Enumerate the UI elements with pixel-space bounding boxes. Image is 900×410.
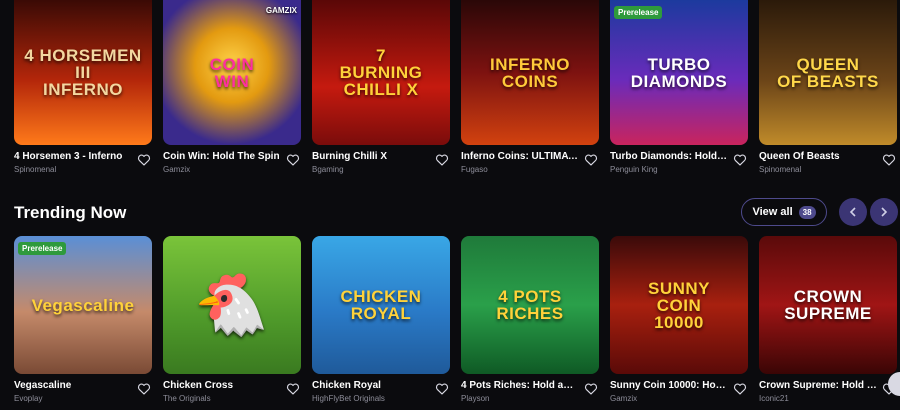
game-title[interactable]: 4 Pots Riches: Hold and Win (461, 380, 579, 391)
favorite-heart-icon[interactable] (881, 152, 897, 168)
game-thumbnail[interactable]: 4 POTS RICHES (461, 236, 599, 374)
chevron-left-icon (849, 207, 856, 217)
game-card[interactable]: CROWN SUPREME Crown Supreme: Hold & Win Ic… (759, 236, 897, 410)
game-thumbnail[interactable]: 4 HORSEMEN III INFERNO (14, 0, 152, 145)
favorite-heart-icon[interactable] (136, 152, 152, 168)
prerelease-badge: Prerelease (614, 6, 663, 19)
game-card[interactable]: 🐔 Chicken Cross The Originals (163, 236, 301, 410)
favorite-heart-icon[interactable] (583, 152, 599, 168)
favorite-heart-icon[interactable] (732, 381, 748, 397)
game-title[interactable]: Crown Supreme: Hold & Win (759, 380, 877, 391)
game-thumbnail[interactable]: CROWN SUPREME (759, 236, 897, 374)
favorite-heart-icon[interactable] (434, 152, 450, 168)
game-card[interactable]: 4 POTS RICHES 4 Pots Riches: Hold and Win… (461, 236, 599, 410)
game-art-text: COIN WIN (209, 54, 255, 91)
view-all-label: View all (752, 206, 793, 218)
carousel-prev-button[interactable] (839, 198, 867, 226)
section-title: Trending Now (14, 203, 127, 222)
game-thumbnail[interactable]: INFERNO COINS (461, 0, 599, 145)
game-art-text: 4 HORSEMEN III INFERNO (24, 46, 142, 99)
game-meta: 4 Horsemen 3 - Inferno Spinomenal (14, 151, 152, 181)
game-title[interactable]: 4 Horsemen 3 - Inferno (14, 151, 132, 162)
game-meta: Chicken Cross The Originals (163, 380, 301, 410)
game-provider: Iconic21 (759, 394, 789, 403)
game-card[interactable]: 4 HORSEMEN III INFERNO 4 Horsemen 3 - Inf… (14, 0, 152, 181)
game-thumbnail[interactable]: TURBO DIAMONDS Prerelease (610, 0, 748, 145)
game-provider: Playson (461, 394, 490, 403)
game-provider: Bgaming (312, 165, 344, 174)
game-title[interactable]: Queen Of Beasts (759, 151, 877, 162)
game-meta: Queen Of Beasts Spinomenal (759, 151, 897, 181)
game-art-text: 🐔 (194, 271, 270, 338)
game-provider: Evoplay (14, 394, 43, 403)
game-thumbnail[interactable]: SUNNY COIN 10000 (610, 236, 748, 374)
game-provider: HighFlyBet Originals (312, 394, 385, 403)
game-meta: Sunny Coin 10000: Hold The Spin Gamzix (610, 380, 748, 410)
game-meta: 4 Pots Riches: Hold and Win Playson (461, 380, 599, 410)
game-card[interactable]: INFERNO COINS Inferno Coins: ULTIMATE Run… (461, 0, 599, 181)
game-card[interactable]: SUNNY COIN 10000 Sunny Coin 10000: Hold T… (610, 236, 748, 410)
game-card[interactable]: 7 BURNING CHILLI X Burning Chilli X Bgamin… (312, 0, 450, 181)
game-art-text: QUEEN OF BEASTS (777, 54, 879, 91)
game-title[interactable]: Burning Chilli X (312, 151, 430, 162)
game-meta: Burning Chilli X Bgaming (312, 151, 450, 181)
game-art-text: INFERNO COINS (490, 54, 570, 91)
game-thumbnail[interactable]: Vegascaline Prerelease (14, 236, 152, 374)
game-title[interactable]: Chicken Royal (312, 380, 430, 391)
game-card[interactable]: CHICKEN ROYAL Chicken Royal HighFlyBet Ori… (312, 236, 450, 410)
game-card[interactable]: Vegascaline Prerelease Vegascaline Evoplay (14, 236, 152, 410)
game-title[interactable]: Vegascaline (14, 380, 132, 391)
game-card[interactable]: TURBO DIAMONDS Prerelease Turbo Diamonds: … (610, 0, 748, 181)
game-card[interactable]: COIN WIN GAMZIX Coin Win: Hold The Spin Gam… (163, 0, 301, 181)
game-meta: Inferno Coins: ULTIMATE Running Wins Fuga… (461, 151, 599, 181)
game-provider: Fugaso (461, 165, 488, 174)
prerelease-badge: Prerelease (18, 242, 67, 255)
game-meta: Vegascaline Evoplay (14, 380, 152, 410)
favorite-heart-icon[interactable] (285, 381, 301, 397)
favorite-heart-icon[interactable] (136, 381, 152, 397)
carousel-next-button[interactable] (870, 198, 898, 226)
game-provider: Gamzix (610, 394, 638, 403)
provider-logo: GAMZIX (265, 6, 297, 15)
favorite-heart-icon[interactable] (583, 381, 599, 397)
game-art-text: Vegascaline (31, 295, 135, 315)
favorite-heart-icon[interactable] (732, 152, 748, 168)
game-art-text: 7 BURNING CHILLI X (339, 46, 423, 99)
game-art-text: CROWN SUPREME (784, 287, 872, 323)
favorite-heart-icon[interactable] (285, 152, 301, 168)
game-provider: Penguin King (610, 165, 658, 174)
chevron-right-icon (881, 207, 888, 217)
game-thumbnail[interactable]: 🐔 (163, 236, 301, 374)
game-meta: Coin Win: Hold The Spin Gamzix (163, 151, 301, 181)
game-title[interactable]: Chicken Cross (163, 380, 281, 391)
game-meta: Turbo Diamonds: Hold & Win Penguin King (610, 151, 748, 181)
game-art-text: 4 POTS RICHES (496, 287, 564, 323)
game-thumbnail[interactable]: 7 BURNING CHILLI X (312, 0, 450, 145)
game-title[interactable]: Sunny Coin 10000: Hold The Spin (610, 380, 728, 391)
game-thumbnail[interactable]: QUEEN OF BEASTS (759, 0, 897, 145)
game-art-text: SUNNY COIN 10000 (647, 278, 710, 332)
game-thumbnail[interactable]: CHICKEN ROYAL (312, 236, 450, 374)
game-meta: Chicken Royal HighFlyBet Originals (312, 380, 450, 410)
game-title[interactable]: Coin Win: Hold The Spin (163, 151, 281, 162)
game-card[interactable]: QUEEN OF BEASTS Queen Of Beasts Spinomenal (759, 0, 897, 181)
game-provider: Spinomenal (14, 165, 57, 174)
game-provider: Gamzix (163, 165, 191, 174)
game-title[interactable]: Turbo Diamonds: Hold & Win (610, 151, 728, 162)
game-provider: The Originals (163, 394, 211, 403)
game-art-text: CHICKEN ROYAL (340, 287, 422, 323)
game-thumbnail[interactable]: COIN WIN GAMZIX (163, 0, 301, 145)
view-all-count-badge: 38 (798, 205, 816, 219)
favorite-heart-icon[interactable] (434, 381, 450, 397)
game-art-text: TURBO DIAMONDS (630, 54, 728, 91)
game-provider: Spinomenal (759, 165, 802, 174)
view-all-button[interactable]: View all 38 (741, 198, 827, 226)
game-title[interactable]: Inferno Coins: ULTIMATE Running Wins (461, 151, 579, 162)
game-meta: Crown Supreme: Hold & Win Iconic21 (759, 380, 897, 410)
